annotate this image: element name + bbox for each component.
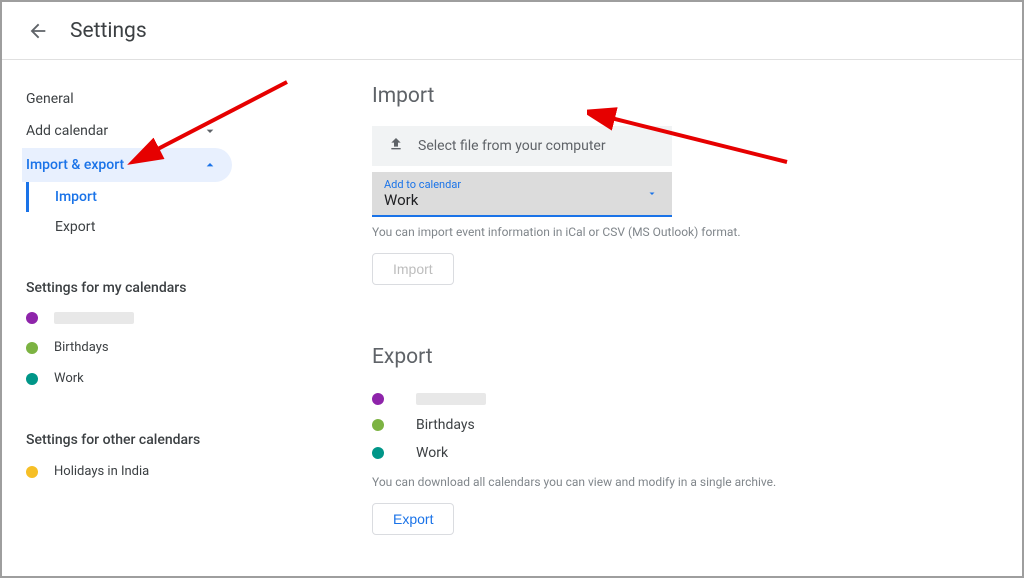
calendar-item[interactable]: Birthdays: [22, 332, 262, 363]
other-calendars-heading: Settings for other calendars: [22, 424, 262, 456]
subnav-export[interactable]: Export: [26, 212, 262, 242]
calendar-item[interactable]: [22, 304, 262, 332]
calendar-color-dot: [372, 393, 384, 405]
nav-general-label: General: [26, 91, 74, 107]
calendar-color-dot: [26, 342, 38, 354]
nav-import-export[interactable]: Import & export: [22, 148, 232, 182]
import-button-label: Import: [393, 261, 433, 277]
calendar-color-dot: [26, 312, 38, 324]
export-help-text: You can download all calendars you can v…: [372, 475, 982, 489]
calendar-label: Birthdays: [54, 340, 109, 355]
calendar-label: Birthdays: [416, 417, 475, 433]
import-heading: Import: [372, 84, 982, 108]
calendar-color-dot: [26, 373, 38, 385]
file-picker[interactable]: Select file from your computer: [372, 126, 672, 166]
import-button[interactable]: Import: [372, 253, 454, 285]
add-to-calendar-label: Add to calendar: [384, 178, 660, 191]
nav-import-export-label: Import & export: [26, 157, 124, 173]
dropdown-arrow-icon: [646, 184, 658, 203]
arrow-left-icon: [27, 20, 49, 42]
main: Import Select file from your computer Ad…: [262, 84, 1022, 535]
nav-general[interactable]: General: [22, 84, 232, 114]
header: Settings: [2, 2, 1022, 60]
export-button[interactable]: Export: [372, 503, 454, 535]
export-calendar-item: [372, 387, 982, 411]
calendar-label: Work: [54, 371, 84, 386]
upload-icon: [388, 136, 404, 156]
sidebar: General Add calendar Import & export Imp…: [2, 84, 262, 535]
subnav-import[interactable]: Import: [26, 182, 262, 212]
my-calendars-heading: Settings for my calendars: [22, 272, 262, 304]
add-to-calendar-value: Work: [384, 191, 660, 209]
chevron-up-icon: [200, 155, 220, 175]
chevron-down-icon: [200, 121, 220, 141]
redacted-label: [54, 312, 134, 324]
page-title: Settings: [70, 19, 147, 43]
export-calendar-item: Work: [372, 439, 982, 467]
calendar-item[interactable]: Holidays in India: [22, 456, 262, 487]
calendar-color-dot: [372, 447, 384, 459]
calendar-color-dot: [26, 466, 38, 478]
export-heading: Export: [372, 345, 982, 369]
calendar-color-dot: [372, 419, 384, 431]
nav-add-calendar[interactable]: Add calendar: [22, 114, 232, 148]
redacted-label: [416, 393, 486, 405]
calendar-item[interactable]: Work: [22, 363, 262, 394]
nav-add-calendar-label: Add calendar: [26, 123, 108, 139]
export-button-label: Export: [393, 511, 433, 527]
back-button[interactable]: [26, 19, 50, 43]
file-picker-label: Select file from your computer: [418, 138, 606, 154]
export-calendar-item: Birthdays: [372, 411, 982, 439]
calendar-label: Holidays in India: [54, 464, 149, 479]
add-to-calendar-select[interactable]: Add to calendar Work: [372, 172, 672, 217]
calendar-label: Work: [416, 445, 448, 461]
subnav-import-label: Import: [55, 189, 97, 205]
subnav-export-label: Export: [55, 219, 95, 235]
import-help-text: You can import event information in iCal…: [372, 225, 982, 239]
